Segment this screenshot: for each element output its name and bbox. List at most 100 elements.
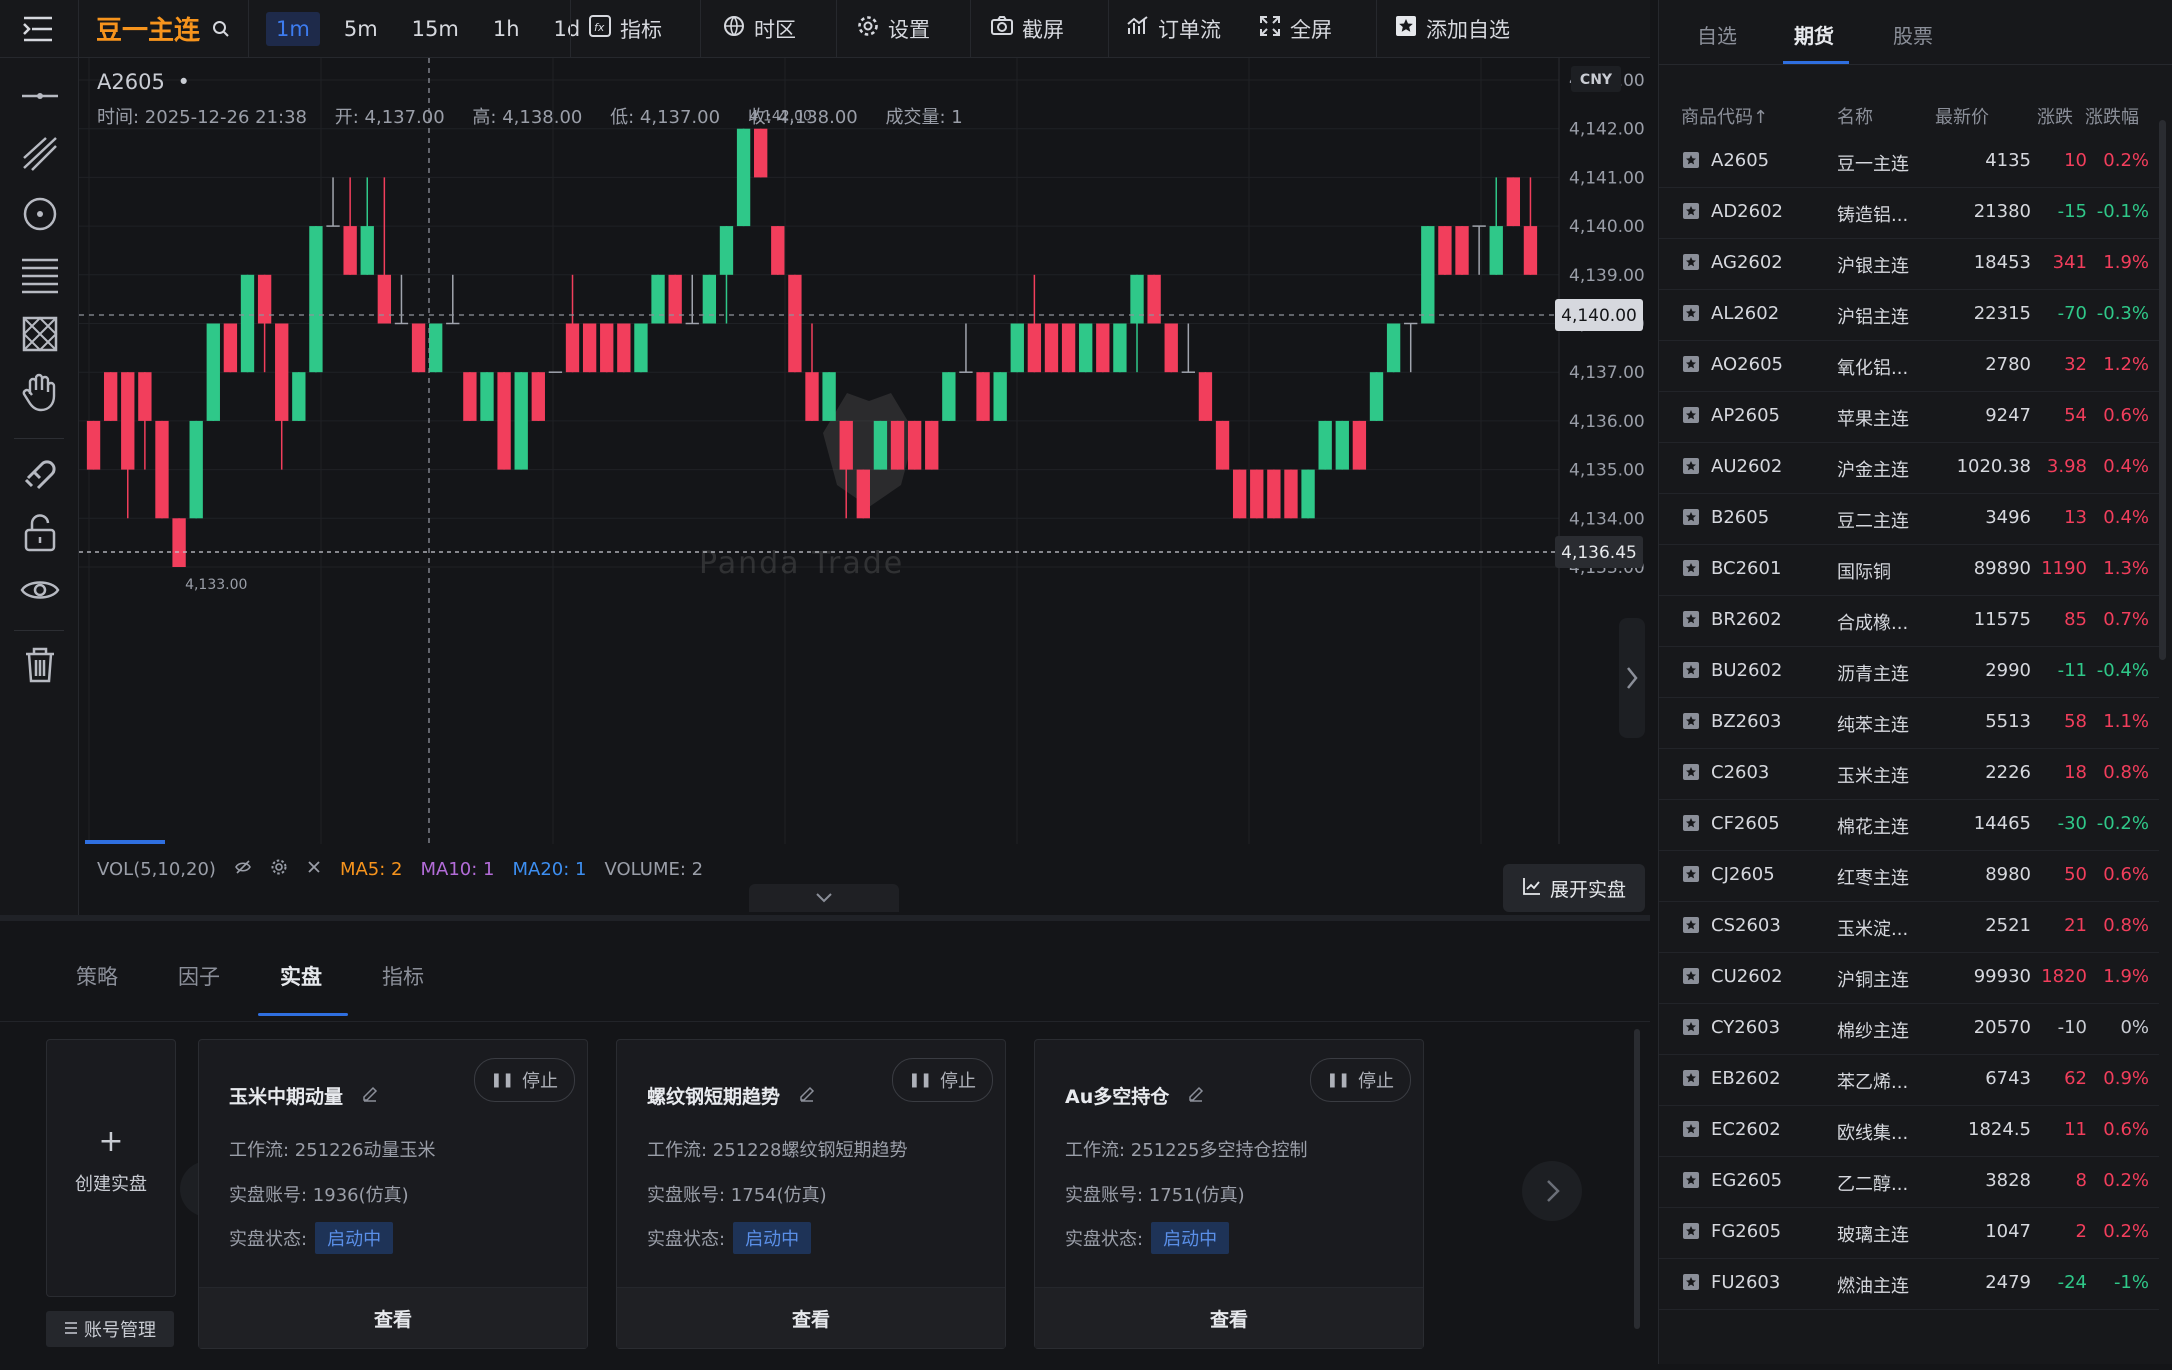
bookmark-icon[interactable] [1681, 1170, 1701, 1195]
carousel-next-button[interactable] [1522, 1161, 1582, 1221]
settings-button[interactable]: 设置 [856, 0, 930, 57]
symbol-title[interactable]: 豆一主连 [96, 0, 200, 57]
table-row[interactable]: CJ2605 红枣主连 8980 50 0.6% [1659, 850, 2159, 902]
table-row[interactable]: AP2605 苹果主连 9247 54 0.6% [1659, 391, 2159, 443]
bookmark-icon[interactable] [1681, 303, 1701, 328]
candlestick-chart[interactable]: Panda Trade 4,143.004,142.004,141.004,14… [79, 58, 1650, 915]
table-row[interactable]: BZ2603 纯苯主连 5513 58 1.1% [1659, 697, 2159, 749]
bookmark-icon[interactable] [1681, 966, 1701, 991]
timeframe-5m[interactable]: 5m [334, 12, 388, 46]
indicators-button[interactable]: fx 指标 [588, 0, 662, 57]
bookmark-icon[interactable] [1681, 150, 1701, 175]
timeframe-1h[interactable]: 1h [483, 12, 530, 46]
tab-futures[interactable]: 期货 [1794, 20, 1834, 49]
chart-canvas[interactable]: Panda Trade 4,143.004,142.004,141.004,14… [79, 58, 1650, 915]
close-icon[interactable] [306, 859, 322, 880]
timezone-button[interactable]: 时区 [722, 0, 796, 57]
screenshot-button[interactable]: 截屏 [990, 0, 1064, 57]
indicator-settings-icon[interactable] [270, 858, 288, 881]
table-row[interactable]: FU2603 燃油主连 2479 -24 -1% [1659, 1258, 2159, 1310]
hand-pan-icon[interactable] [18, 370, 62, 414]
bookmark-icon[interactable] [1681, 456, 1701, 481]
table-row[interactable]: AO2605 氧化铝... 2780 32 1.2% [1659, 340, 2159, 392]
pattern-tool-icon[interactable] [18, 312, 62, 356]
collapse-panel-handle[interactable] [749, 884, 899, 912]
table-row[interactable]: C2603 玉米主连 2226 18 0.8% [1659, 748, 2159, 800]
view-button[interactable]: 查看 [617, 1287, 1005, 1348]
orderflow-button[interactable]: 订单流 [1126, 0, 1221, 57]
bookmark-icon[interactable] [1681, 1119, 1701, 1144]
tab-strategy[interactable]: 策略 [76, 961, 118, 991]
table-row[interactable]: EG2605 乙二醇... 3828 8 0.2% [1659, 1156, 2159, 1208]
table-row[interactable]: FG2605 玻璃主连 1047 2 0.2% [1659, 1207, 2159, 1259]
header-change[interactable]: 涨跌 [2037, 103, 2073, 129]
circle-tool-icon[interactable] [18, 192, 62, 236]
header-code[interactable]: 商品代码↑ [1681, 103, 1768, 129]
table-row[interactable]: BR2602 合成橡... 11575 85 0.7% [1659, 595, 2159, 647]
symbol-search-icon[interactable] [212, 0, 230, 57]
tab-stocks[interactable]: 股票 [1893, 20, 1933, 49]
table-row[interactable]: A2605 豆一主连 4135 10 0.2% [1659, 136, 2159, 188]
stop-button[interactable]: ❚❚ 停止 [1309, 1058, 1411, 1102]
table-row[interactable]: CU2602 沪铜主连 99930 1820 1.9% [1659, 952, 2159, 1004]
table-row[interactable]: EC2602 欧线集... 1824.5 11 0.6% [1659, 1105, 2159, 1157]
bookmark-icon[interactable] [1681, 660, 1701, 685]
unlock-icon[interactable] [18, 510, 62, 554]
eye-off-icon[interactable] [234, 858, 252, 881]
table-row[interactable]: B2605 豆二主连 3496 13 0.4% [1659, 493, 2159, 545]
create-live-button[interactable]: + 创建实盘 [46, 1039, 176, 1297]
expand-live-button[interactable]: 展开实盘 [1503, 864, 1645, 912]
add-watchlist-button[interactable]: 添加自选 [1394, 0, 1510, 57]
bottom-scrollbar[interactable] [1634, 1029, 1640, 1329]
table-row[interactable]: CS2603 玉米淀... 2521 21 0.8% [1659, 901, 2159, 953]
bookmark-icon[interactable] [1681, 354, 1701, 379]
tab-live[interactable]: 实盘 [280, 961, 322, 991]
menu-icon[interactable] [22, 0, 54, 57]
eye-icon[interactable] [18, 568, 62, 612]
watchlist-scrollbar[interactable] [2159, 120, 2166, 660]
bookmark-icon[interactable] [1681, 507, 1701, 532]
table-row[interactable]: AL2602 沪铝主连 22315 -70 -0.3% [1659, 289, 2159, 341]
bookmark-icon[interactable] [1681, 813, 1701, 838]
view-button[interactable]: 查看 [199, 1287, 587, 1348]
horizontal-line-icon[interactable] [18, 74, 62, 118]
bookmark-icon[interactable] [1681, 762, 1701, 787]
tab-indicator[interactable]: 指标 [382, 961, 424, 991]
bookmark-icon[interactable] [1681, 405, 1701, 430]
bookmark-icon[interactable] [1681, 558, 1701, 583]
bookmark-icon[interactable] [1681, 1017, 1701, 1042]
timeframe-1d[interactable]: 1d [544, 12, 591, 46]
header-price[interactable]: 最新价 [1935, 103, 1989, 129]
table-row[interactable]: BU2602 沥青主连 2990 -11 -0.4% [1659, 646, 2159, 698]
bookmark-icon[interactable] [1681, 1272, 1701, 1297]
trend-line-icon[interactable] [18, 132, 62, 176]
table-row[interactable]: EB2602 苯乙烯... 6743 62 0.9% [1659, 1054, 2159, 1106]
bookmark-icon[interactable] [1681, 864, 1701, 889]
fullscreen-button[interactable]: 全屏 [1258, 0, 1332, 57]
timeframe-15m[interactable]: 15m [402, 12, 469, 46]
bookmark-icon[interactable] [1681, 609, 1701, 634]
tab-watchlist[interactable]: 自选 [1697, 20, 1737, 49]
timeframe-1m[interactable]: 1m [266, 11, 320, 46]
trash-icon[interactable] [18, 642, 62, 686]
table-row[interactable]: BC2601 国际铜 89890 1190 1.3% [1659, 544, 2159, 596]
account-management-button[interactable]: 账号管理 [46, 1311, 174, 1347]
table-row[interactable]: AU2602 沪金主连 1020.38 3.98 0.4% [1659, 442, 2159, 494]
view-button[interactable]: 查看 [1035, 1287, 1423, 1348]
bookmark-icon[interactable] [1681, 252, 1701, 277]
bookmark-icon[interactable] [1681, 915, 1701, 940]
magnet-icon[interactable] [18, 450, 62, 494]
table-row[interactable]: CF2605 棉花主连 14465 -30 -0.2% [1659, 799, 2159, 851]
header-name[interactable]: 名称 [1837, 103, 1873, 129]
table-row[interactable]: CY2603 棉纱主连 20570 -10 0% [1659, 1003, 2159, 1055]
stop-button[interactable]: ❚❚ 停止 [891, 1058, 993, 1102]
table-row[interactable]: AD2602 铸造铝... 21380 -15 -0.1% [1659, 187, 2159, 239]
stop-button[interactable]: ❚❚ 停止 [473, 1058, 575, 1102]
bookmark-icon[interactable] [1681, 1068, 1701, 1093]
header-change-pct[interactable]: 涨跌幅 [2085, 103, 2139, 129]
bookmark-icon[interactable] [1681, 201, 1701, 226]
fibonacci-icon[interactable] [18, 252, 62, 296]
bookmark-icon[interactable] [1681, 1221, 1701, 1246]
tab-factor[interactable]: 因子 [178, 961, 220, 991]
table-row[interactable]: AG2602 沪银主连 18453 341 1.9% [1659, 238, 2159, 290]
